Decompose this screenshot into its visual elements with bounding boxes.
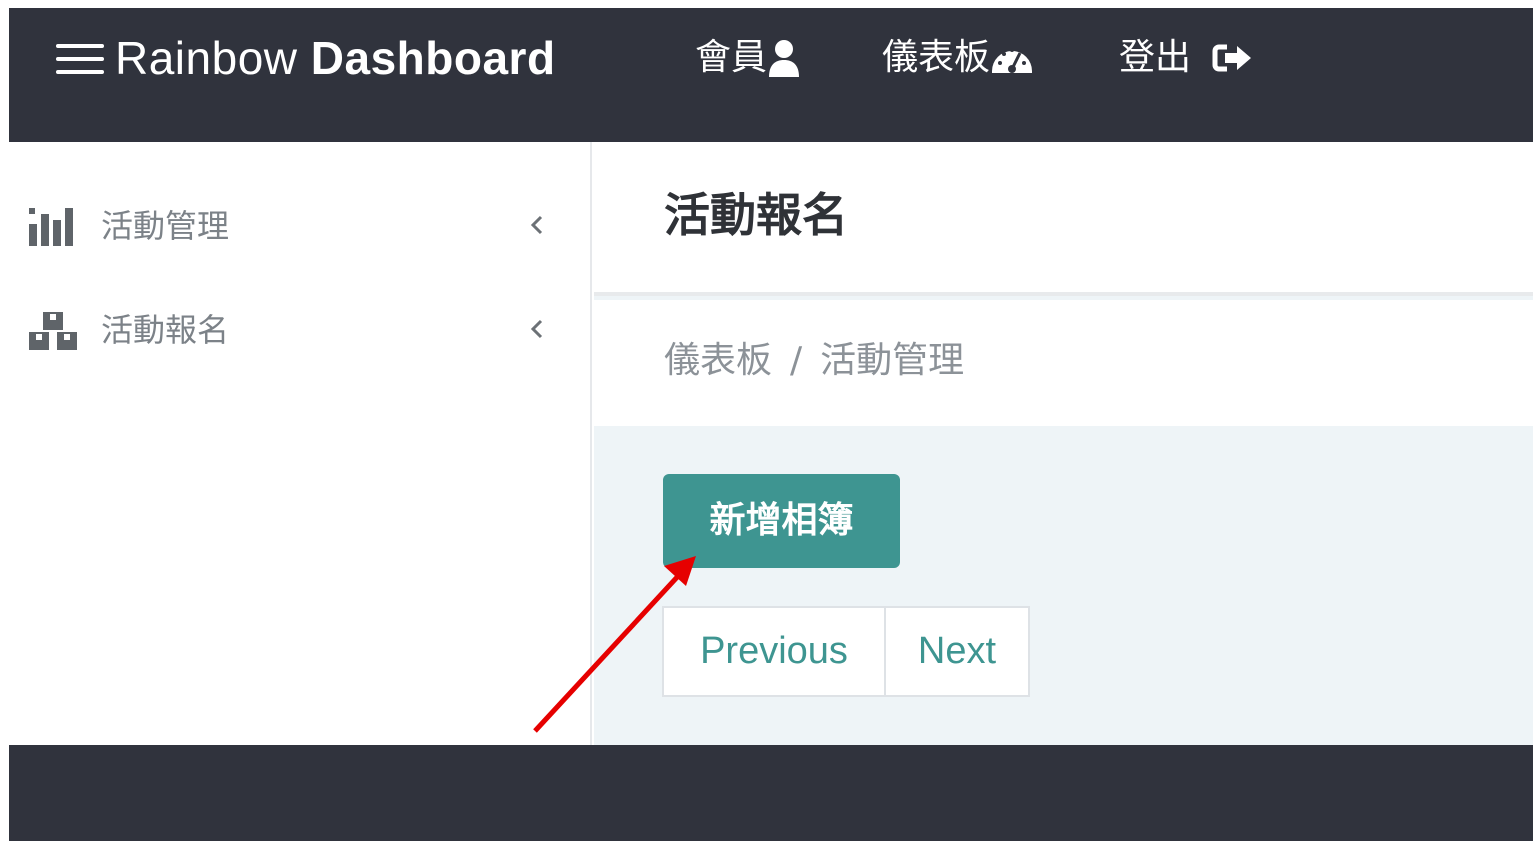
tachometer-icon: [992, 48, 1033, 73]
breadcrumb-link-dashboard[interactable]: 儀表板: [664, 336, 772, 386]
page-title: 活動報名: [664, 188, 848, 242]
sign-out-icon: [1212, 44, 1252, 72]
footer: [9, 745, 1533, 841]
breadcrumb-separator: /: [790, 340, 803, 381]
nav-members-label: 會員: [695, 37, 768, 78]
chevron-left-icon: [530, 215, 543, 235]
nav-members[interactable]: 會員: [695, 34, 801, 82]
nav-dashboard[interactable]: 儀表板: [882, 34, 1034, 82]
brand-logo[interactable]: Rainbow Dashboard: [115, 28, 556, 88]
previous-page-button[interactable]: Previous: [662, 606, 886, 697]
nav-logout-label: 登出: [1119, 37, 1192, 78]
pagination: Previous Next: [662, 606, 1030, 697]
sidebar-item-event-registration[interactable]: 活動報名: [9, 294, 579, 364]
breadcrumb: 儀表板 / 活動管理: [664, 336, 964, 386]
page-header: 活動報名: [594, 142, 1533, 296]
brand-name-light: Rainbow: [115, 32, 311, 84]
bar-chart-icon: [29, 208, 73, 246]
app-frame: Rainbow Dashboard 會員 儀表板 登出 活動管理 活動報名 活動…: [9, 8, 1533, 841]
sidebar-item-label: 活動報名: [101, 311, 230, 349]
nav-logout[interactable]: 登出: [1119, 34, 1257, 82]
hamburger-menu-icon[interactable]: [56, 42, 106, 76]
top-navbar: Rainbow Dashboard 會員 儀表板 登出: [9, 8, 1533, 142]
main-content: 活動報名 儀表板 / 活動管理 新增相簿 Previous Next: [594, 142, 1533, 745]
cubes-icon: [29, 312, 77, 350]
next-page-button[interactable]: Next: [884, 606, 1030, 697]
sidebar-item-label: 活動管理: [101, 207, 230, 245]
breadcrumb-current: 活動管理: [820, 340, 965, 381]
chevron-left-icon: [530, 319, 543, 339]
sidebar: 活動管理 活動報名: [9, 142, 592, 745]
add-album-button[interactable]: 新增相簿: [663, 474, 900, 568]
breadcrumb-bar: 儀表板 / 活動管理: [594, 300, 1533, 426]
nav-dashboard-label: 儀表板: [882, 37, 991, 78]
brand-name-bold: Dashboard: [310, 32, 556, 84]
sidebar-item-event-management[interactable]: 活動管理: [9, 190, 579, 260]
user-icon: [769, 40, 800, 77]
